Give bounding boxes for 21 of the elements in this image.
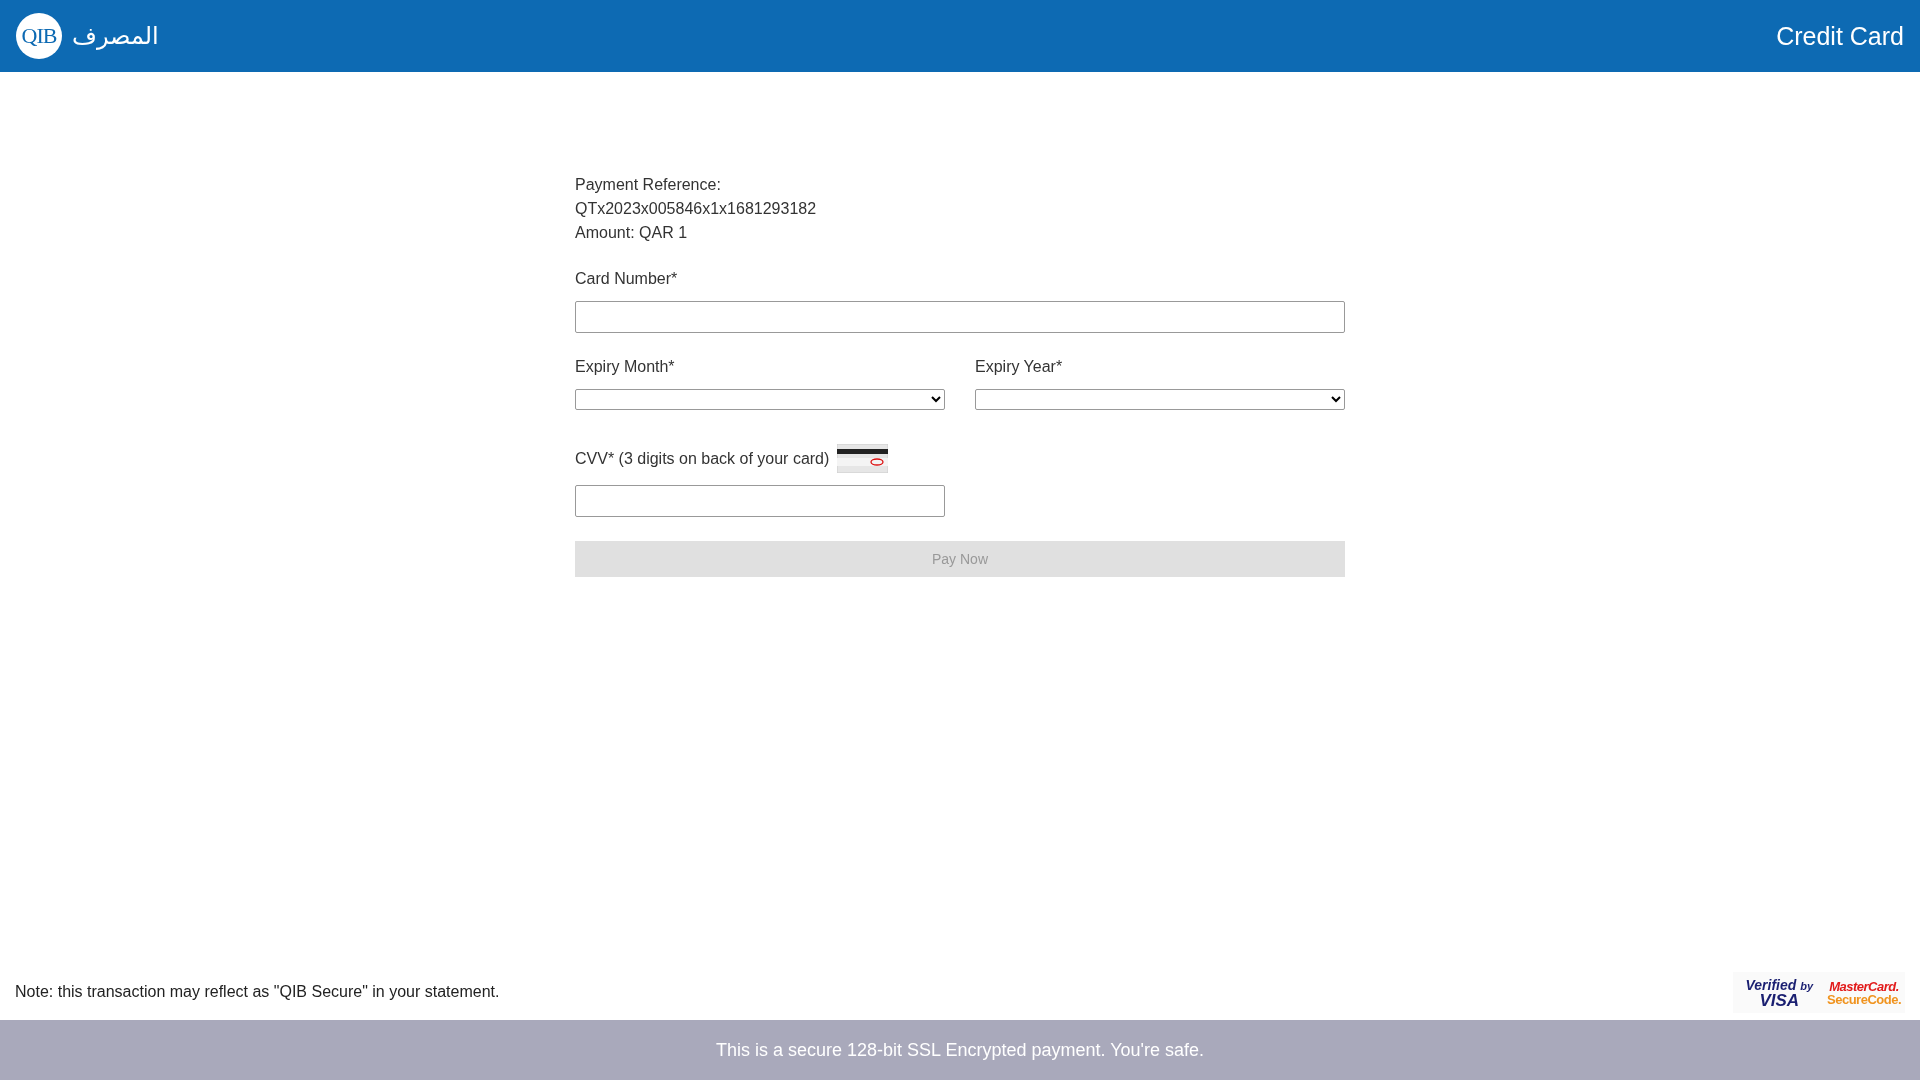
page-title: Credit Card	[1776, 21, 1904, 51]
card-back-icon	[837, 444, 889, 473]
logo-wordmark: المصرف	[72, 22, 159, 50]
amount-text: Amount: QAR 1	[575, 223, 689, 243]
card-number-field[interactable]	[575, 301, 1345, 333]
footer-text: This is a secure 128-bit SSL Encrypted payment. You're safe.	[715, 1039, 1204, 1061]
payment-reference: QTx2023x005846x1x1681293182	[575, 199, 818, 219]
field-label: Expiry Month*	[575, 357, 676, 377]
field-label: CVV* (3 digits on back of your card)	[575, 448, 830, 469]
field-label: Card Number*	[575, 269, 679, 289]
securecode-wordmark: SecureCode.	[1827, 993, 1901, 1006]
visa-wordmark: VISA	[1759, 991, 1800, 1009]
visa-verified-text: Verified by	[1745, 977, 1813, 992]
expiry-month-dropdown[interactable]	[575, 389, 945, 410]
mastercard-wordmark: MasterCard.	[1829, 980, 1899, 993]
expiry-year-dropdown[interactable]	[975, 389, 1345, 410]
note-text: Note: this transaction may reflect as "QIB Secure" in your statement.	[15, 983, 500, 1001]
field-label: Expiry Year*	[975, 357, 1064, 377]
payment-reference-label: Payment Reference:	[575, 175, 722, 195]
logo-monogram: QIB	[16, 13, 62, 59]
cvv-field[interactable]	[575, 485, 945, 517]
